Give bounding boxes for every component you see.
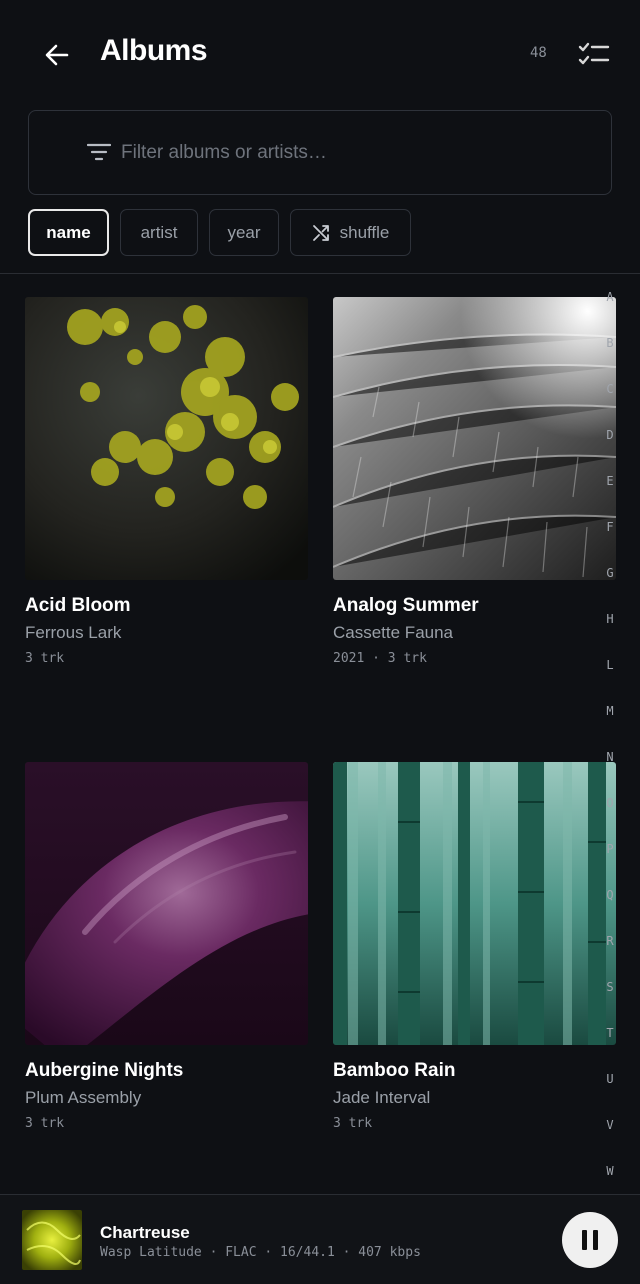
album-artist: Ferrous Lark — [25, 623, 122, 642]
chip-sort-artist[interactable]: artist — [120, 209, 198, 256]
index-letter[interactable]: U — [598, 1072, 622, 1086]
index-letter[interactable]: D — [598, 428, 622, 442]
now-playing-title: Chartreuse — [100, 1223, 190, 1242]
now-playing-bar[interactable]: Chartreuse Wasp Latitude · FLAC · 16/44.… — [0, 1194, 640, 1284]
album-art — [25, 297, 308, 580]
album-meta: 3 trk — [25, 651, 65, 666]
select-mode-button[interactable] — [574, 36, 614, 72]
pause-button[interactable] — [562, 1212, 618, 1268]
album-artist: Cassette Fauna — [333, 623, 454, 642]
header-divider — [0, 273, 640, 274]
album-card[interactable]: Bamboo Rain Jade Interval 3 trk — [333, 762, 616, 1131]
album-meta: 3 trk — [333, 1116, 373, 1131]
album-title: Analog Summer — [333, 595, 479, 616]
chip-shuffle[interactable]: shuffle — [290, 209, 411, 256]
album-art — [333, 297, 616, 580]
index-letter[interactable]: R — [598, 934, 622, 948]
app-header: Albums 48 — [0, 0, 640, 108]
index-letter[interactable]: G — [598, 566, 622, 580]
index-letter[interactable]: A — [598, 290, 622, 304]
pause-icon — [582, 1230, 598, 1250]
album-meta: 2021 · 3 trk — [333, 651, 427, 666]
chip-sort-year[interactable]: year — [209, 209, 279, 256]
chip-label: artist — [140, 222, 178, 242]
index-letter[interactable]: M — [598, 704, 622, 718]
album-title: Bamboo Rain — [333, 1060, 456, 1081]
filter-icon — [87, 143, 111, 161]
index-letter[interactable]: P — [598, 842, 622, 856]
chip-label: name — [46, 222, 91, 242]
index-letter[interactable]: C — [598, 382, 622, 396]
index-letter[interactable]: T — [598, 1026, 622, 1040]
album-art — [333, 762, 616, 1045]
index-letter[interactable]: N — [598, 750, 622, 764]
album-card[interactable]: Acid Bloom Ferrous Lark 3 trk — [25, 297, 308, 666]
album-art — [25, 762, 308, 1045]
index-letter[interactable]: V — [598, 1118, 622, 1132]
index-letter[interactable]: Q — [598, 888, 622, 902]
back-button[interactable] — [36, 34, 78, 76]
checklist-icon — [578, 42, 610, 65]
page-title: Albums — [100, 34, 208, 67]
index-letter[interactable]: S — [598, 980, 622, 994]
index-letter[interactable]: H — [598, 612, 622, 626]
index-letter[interactable]: W — [598, 1164, 622, 1178]
index-letter[interactable]: B — [598, 336, 622, 350]
album-artist: Jade Interval — [333, 1088, 431, 1107]
album-card[interactable]: Aubergine Nights Plum Assembly 3 trk — [25, 762, 308, 1131]
index-letter[interactable]: E — [598, 474, 622, 488]
index-letter[interactable]: L — [598, 658, 622, 672]
chip-sort-name[interactable]: name — [28, 209, 109, 256]
chip-label: shuffle — [339, 222, 390, 242]
chip-label: year — [227, 222, 261, 242]
shuffle-icon — [312, 224, 329, 241]
index-letter[interactable]: F — [598, 520, 622, 534]
album-title: Aubergine Nights — [25, 1060, 184, 1081]
album-title: Acid Bloom — [25, 595, 131, 616]
album-card[interactable]: Analog Summer Cassette Fauna 2021 · 3 tr… — [333, 297, 616, 666]
search-box[interactable] — [28, 110, 612, 195]
index-letter[interactable]: O — [598, 796, 622, 810]
now-playing-meta: Wasp Latitude · FLAC · 16/44.1 · 407 kbp… — [100, 1245, 421, 1260]
album-artist: Plum Assembly — [25, 1088, 142, 1107]
alphabet-index[interactable]: A B C D E F G H L M N O P Q R S T U V W — [598, 290, 622, 1190]
arrow-left-icon — [45, 44, 69, 66]
album-meta: 3 trk — [25, 1116, 65, 1131]
search-input[interactable] — [121, 131, 591, 175]
album-count: 48 — [530, 45, 547, 61]
now-playing-art — [22, 1210, 82, 1270]
